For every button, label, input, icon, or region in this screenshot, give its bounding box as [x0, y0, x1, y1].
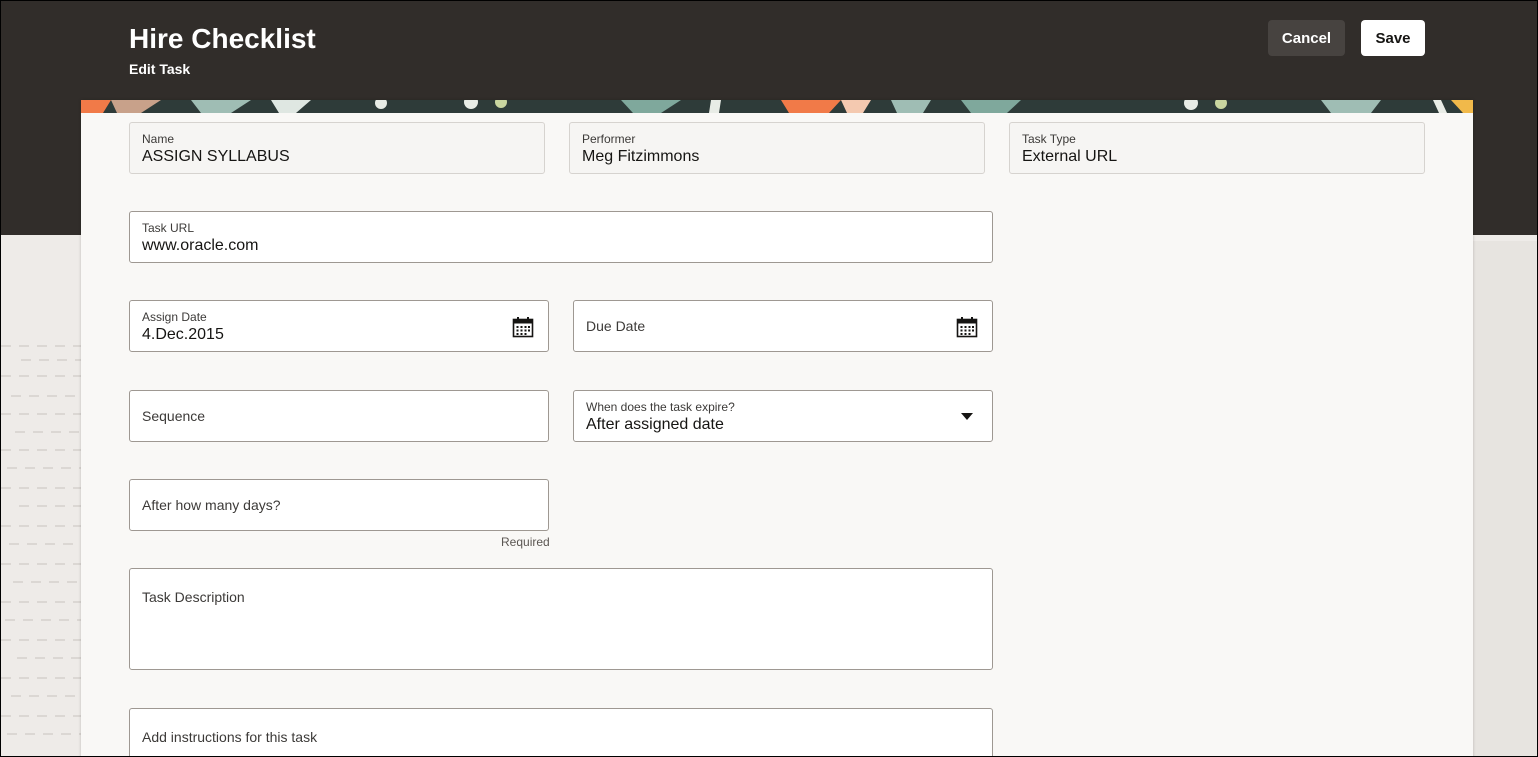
- assign-date-value[interactable]: 4.Dec.2015: [142, 326, 224, 344]
- task-type-value: External URL: [1022, 148, 1118, 165]
- caret-down-icon[interactable]: [961, 413, 973, 420]
- days-field[interactable]: After how many days?: [129, 479, 549, 531]
- sequence-field[interactable]: Sequence: [129, 390, 549, 442]
- calendar-icon[interactable]: [956, 316, 978, 338]
- performer-label: Performer: [582, 132, 636, 146]
- task-url-label: Task URL: [142, 221, 195, 235]
- performer-value: Meg Fitzimmons: [582, 148, 700, 165]
- name-field: Name ASSIGN SYLLABUS: [129, 122, 545, 174]
- decorative-banner: [81, 100, 1473, 113]
- assign-date-label: Assign Date: [142, 310, 207, 324]
- days-placeholder: After how many days?: [142, 497, 281, 513]
- expire-value[interactable]: After assigned date: [586, 416, 724, 434]
- task-description-field[interactable]: Task Description: [129, 568, 993, 670]
- name-value: ASSIGN SYLLABUS: [142, 148, 290, 165]
- expire-select[interactable]: When does the task expire? After assigne…: [573, 390, 993, 442]
- task-type-label: Task Type: [1022, 132, 1076, 146]
- assign-date-field[interactable]: Assign Date 4.Dec.2015: [129, 300, 549, 352]
- instructions-field[interactable]: Add instructions for this task: [129, 708, 993, 756]
- save-button[interactable]: Save: [1361, 20, 1425, 56]
- page-subtitle: Edit Task: [129, 61, 191, 77]
- background-shape: [1471, 241, 1537, 756]
- sequence-placeholder: Sequence: [142, 408, 206, 424]
- task-type-field: Task Type External URL: [1009, 122, 1425, 174]
- due-date-placeholder: Due Date: [586, 318, 646, 334]
- page-title: Hire Checklist: [129, 23, 316, 54]
- task-description-placeholder: Task Description: [142, 589, 245, 605]
- name-label: Name: [142, 132, 175, 146]
- task-url-field[interactable]: Task URL www.oracle.com: [129, 211, 993, 263]
- cancel-button[interactable]: Cancel: [1268, 20, 1345, 56]
- calendar-icon[interactable]: [512, 316, 534, 338]
- instructions-placeholder: Add instructions for this task: [142, 729, 318, 745]
- due-date-field[interactable]: Due Date: [573, 300, 993, 352]
- performer-field: Performer Meg Fitzimmons: [569, 122, 985, 174]
- task-url-value[interactable]: www.oracle.com: [142, 237, 258, 255]
- expire-label: When does the task expire?: [586, 400, 735, 414]
- required-helper: Required: [501, 535, 550, 549]
- app-window: Hire Checklist Edit Task Cancel Save Nam…: [0, 0, 1538, 757]
